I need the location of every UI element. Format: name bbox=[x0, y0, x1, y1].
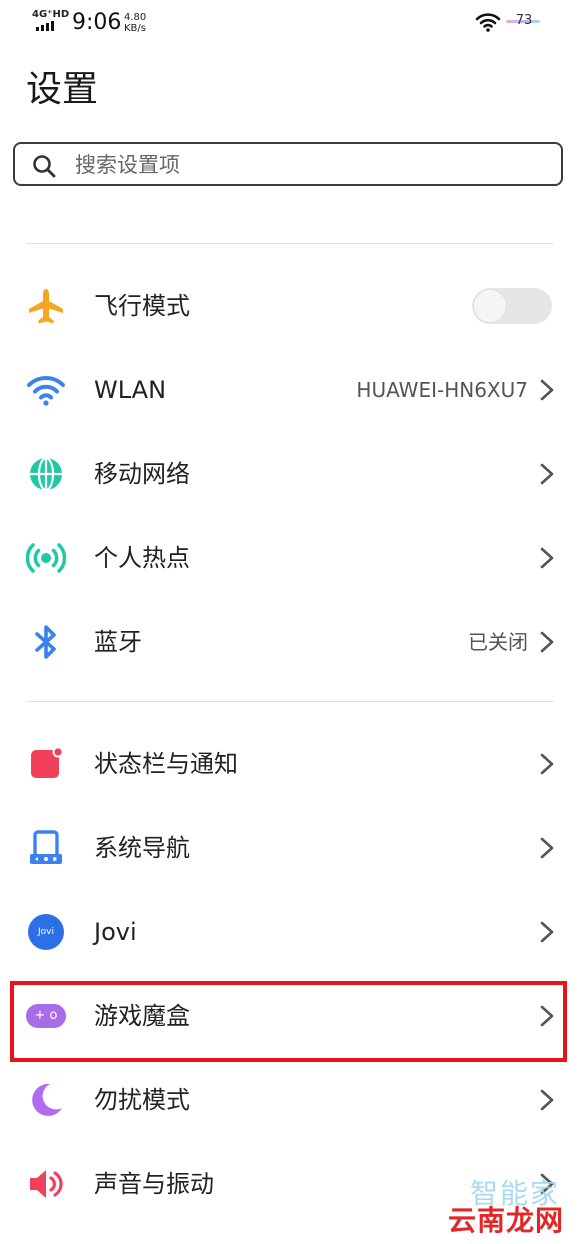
settings-item-label: WLAN bbox=[94, 376, 167, 404]
chevron-right-icon bbox=[540, 921, 554, 943]
search-box[interactable] bbox=[13, 142, 563, 186]
settings-item-label: 蓝牙 bbox=[94, 628, 142, 656]
settings-item-bluetooth[interactable]: 蓝牙 已关闭 bbox=[0, 600, 580, 684]
speed-value: 4.80 bbox=[124, 12, 147, 23]
notification-icon bbox=[26, 744, 66, 784]
navigation-icon bbox=[26, 828, 66, 868]
hotspot-icon bbox=[26, 538, 66, 578]
settings-item-system-navigation[interactable]: 系统导航 bbox=[0, 806, 580, 890]
watermark: 智能家 云南龙网 bbox=[442, 1178, 572, 1240]
chevron-right-icon bbox=[540, 1089, 554, 1111]
chevron-right-icon bbox=[540, 463, 554, 485]
settings-item-status-bar-notifications[interactable]: 状态栏与通知 bbox=[0, 722, 580, 806]
bluetooth-icon bbox=[26, 622, 66, 662]
settings-item-label: 状态栏与通知 bbox=[94, 750, 238, 778]
settings-item-label: Jovi bbox=[94, 918, 137, 946]
chevron-right-icon bbox=[540, 547, 554, 569]
bluetooth-status: 已关闭 bbox=[468, 630, 528, 654]
status-bar: 4G⁺HD 9:06 4.80 KB/s 73 bbox=[0, 0, 580, 44]
globe-icon bbox=[26, 454, 66, 494]
settings-item-label: 声音与振动 bbox=[94, 1170, 214, 1198]
divider bbox=[26, 701, 554, 702]
settings-item-label: 勿扰模式 bbox=[94, 1086, 190, 1114]
settings-item-label: 飞行模式 bbox=[94, 292, 190, 320]
settings-item-mobile-network[interactable]: 移动网络 bbox=[0, 432, 580, 516]
settings-item-hotspot[interactable]: 个人热点 bbox=[0, 516, 580, 600]
chevron-right-icon bbox=[540, 837, 554, 859]
moon-icon bbox=[26, 1080, 66, 1120]
search-input[interactable] bbox=[73, 144, 547, 186]
wifi-icon bbox=[26, 370, 66, 410]
settings-item-label: 个人热点 bbox=[94, 544, 190, 572]
watermark-bottom: 云南龙网 bbox=[448, 1204, 565, 1237]
chevron-right-icon bbox=[540, 753, 554, 775]
network-speed: 4.80 KB/s bbox=[124, 12, 146, 34]
settings-item-do-not-disturb[interactable]: 勿扰模式 bbox=[0, 1058, 580, 1142]
settings-item-jovi[interactable]: Jovi Jovi bbox=[0, 890, 580, 974]
airplane-icon bbox=[26, 286, 66, 326]
speed-unit: KB/s bbox=[124, 23, 146, 34]
clock: 9:06 bbox=[72, 10, 122, 35]
divider bbox=[26, 243, 554, 244]
network-type: 4G⁺HD bbox=[32, 9, 70, 20]
settings-item-wlan[interactable]: WLAN HUAWEI-HN6XU7 bbox=[0, 348, 580, 432]
settings-item-label: 移动网络 bbox=[94, 460, 190, 488]
settings-item-label: 系统导航 bbox=[94, 834, 190, 862]
chevron-right-icon bbox=[540, 379, 554, 401]
search-icon bbox=[33, 155, 56, 178]
airplane-mode-toggle[interactable] bbox=[472, 288, 552, 324]
page-title: 设置 bbox=[26, 69, 99, 110]
chevron-right-icon bbox=[540, 631, 554, 653]
highlight-box bbox=[10, 981, 567, 1062]
battery-level: 73 bbox=[515, 13, 533, 28]
wlan-network-name: HUAWEI-HN6XU7 bbox=[356, 378, 528, 402]
jovi-icon-text: Jovi bbox=[28, 914, 64, 950]
signal-icon bbox=[36, 21, 54, 31]
wifi-status-icon bbox=[475, 13, 501, 32]
toggle-knob bbox=[474, 290, 506, 322]
jovi-icon: Jovi bbox=[26, 912, 66, 952]
speaker-icon bbox=[26, 1164, 66, 1204]
